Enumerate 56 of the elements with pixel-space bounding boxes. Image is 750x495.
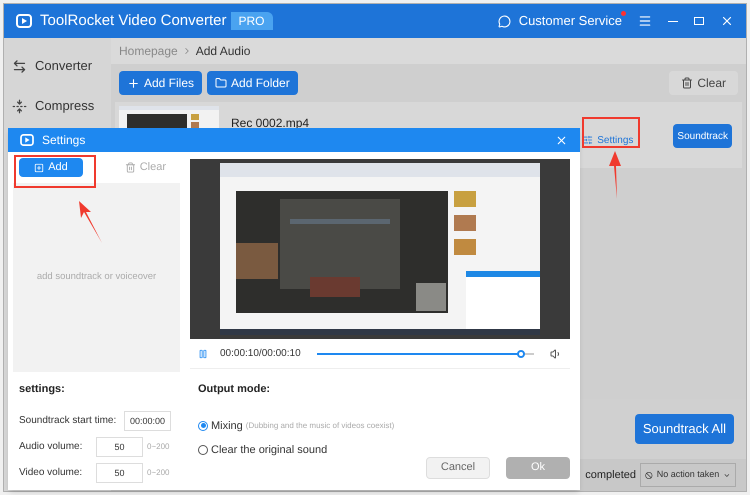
range-hint: 0~200 (147, 466, 170, 478)
volume-icon[interactable] (550, 348, 562, 360)
sliders-icon (583, 135, 594, 145)
minimize-icon[interactable] (668, 20, 678, 22)
slider-thumb[interactable] (516, 350, 525, 358)
settings-label: settings: (19, 382, 66, 397)
menu-icon[interactable] (638, 14, 652, 28)
cancel-button[interactable]: Cancel (426, 456, 490, 478)
status-text: completed (585, 468, 636, 483)
pro-badge: PRO (230, 12, 273, 30)
plus-icon (127, 76, 140, 90)
window-title: ToolRocket Video Converter (40, 10, 226, 31)
pointer-arrow (76, 200, 104, 244)
add-folder-button[interactable]: Add Folder (207, 71, 298, 95)
radio-option[interactable]: Mixing (Dubbing and the music of videos coexist) (198, 418, 570, 434)
plus-square-icon (34, 162, 44, 172)
field-label: Soundtrack start time: (19, 414, 118, 428)
folder-icon (215, 77, 228, 89)
compress-icon (12, 98, 27, 114)
customer-service-link[interactable]: Customer Service (518, 11, 622, 31)
field-label: Audio volume: (19, 440, 84, 454)
soundtrack-all-button[interactable]: Soundtrack All (634, 414, 734, 444)
swap-icon (12, 58, 27, 74)
time-readout: 00:00:10/00:00:10 (220, 347, 301, 361)
radio-button[interactable] (198, 445, 208, 456)
radio-button[interactable] (198, 420, 208, 431)
file-name: Rec 0002.mp4 (231, 115, 310, 132)
close-icon[interactable] (555, 134, 568, 146)
empty-hint: add soundtrack or voiceover (36, 270, 156, 284)
trash-icon (681, 77, 694, 89)
action-dropdown[interactable]: No action taken (640, 463, 736, 487)
logo-icon (16, 14, 32, 28)
maximize-icon[interactable] (694, 17, 704, 25)
input-field[interactable]: 50 (96, 462, 143, 482)
add-files-button[interactable]: Add Files (119, 71, 202, 95)
settings-button[interactable]: Settings (579, 128, 638, 152)
range-hint: 0~200 (147, 440, 170, 452)
field-label: Video volume: (19, 466, 84, 480)
trash-icon (124, 162, 136, 173)
highlight-frame (582, 117, 640, 148)
clear-button[interactable]: Clear (669, 71, 738, 95)
sidebar-item[interactable]: Compress (4, 86, 111, 126)
chat-icon (498, 14, 511, 28)
breadcrumb-current: Add Audio (196, 43, 250, 60)
pause-icon[interactable] (198, 348, 208, 358)
close-icon[interactable] (720, 14, 734, 28)
sidebar-item[interactable]: Converter (4, 46, 111, 86)
prohibited-icon (645, 470, 653, 480)
input-field[interactable]: 00:00:00 (124, 410, 171, 430)
soundtrack-button[interactable]: Soundtrack (673, 124, 732, 148)
logo-icon (20, 134, 34, 146)
input-field[interactable]: 50 (96, 436, 143, 456)
output-mode-label: Output mode: (198, 382, 272, 397)
dialog-title: Settings (42, 132, 86, 149)
add-button[interactable]: Add (19, 158, 83, 177)
radio-option[interactable]: Clear the original sound (198, 442, 570, 458)
